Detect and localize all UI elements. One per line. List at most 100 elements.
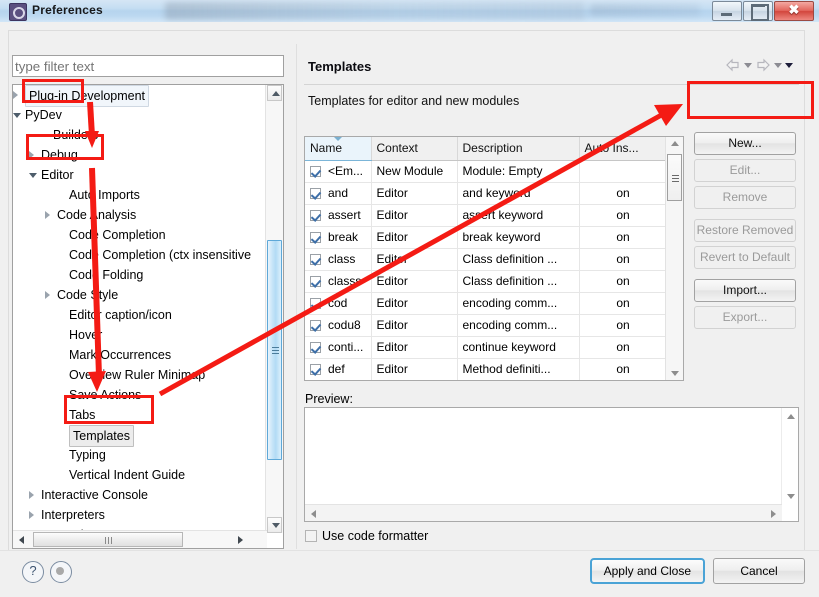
chevron-down-icon[interactable] <box>29 173 37 178</box>
table-body[interactable]: <Em... New Module Module: Empty and Editor an… <box>305 160 668 380</box>
preview-box[interactable] <box>304 407 799 522</box>
table-row[interactable]: codu8 Editor encoding comm... on <box>305 314 668 337</box>
tree-item-editor-caption-icon[interactable]: Editor caption/icon <box>13 305 267 325</box>
chevron-right-icon[interactable] <box>45 211 50 219</box>
tree-item-code-completion[interactable]: Code Completion <box>13 225 267 245</box>
row-checkbox[interactable] <box>310 210 321 221</box>
row-checkbox[interactable] <box>310 166 321 177</box>
tree-item-overview-ruler-minimap[interactable]: Overview Ruler Minimap <box>13 365 267 385</box>
cell-name[interactable]: <Em... <box>305 160 372 183</box>
chevron-right-icon[interactable] <box>13 91 18 99</box>
import-button[interactable]: Import... <box>694 279 796 302</box>
tree-item-vertical-indent-guide[interactable]: Vertical Indent Guide <box>13 465 267 485</box>
tree-scroll-right-button[interactable] <box>233 532 249 547</box>
preferences-tree[interactable]: Plug-in Development PyDev Builders Debug Edi… <box>12 84 284 549</box>
tree-item-code-style[interactable]: Code Style <box>13 285 267 305</box>
cell-name[interactable]: assert <box>305 204 372 227</box>
tree-item-interactive-console[interactable]: Interactive Console <box>13 485 267 505</box>
table-row[interactable]: conti... Editor continue keyword on <box>305 336 668 359</box>
table-row[interactable]: def Editor Method definiti... on <box>305 358 668 380</box>
tree-item-pydev[interactable]: PyDev <box>13 105 267 125</box>
tree-scroll-left-button[interactable] <box>14 532 30 547</box>
cell-name[interactable]: break <box>305 226 372 249</box>
row-checkbox[interactable] <box>310 364 321 375</box>
tree-item-save-actions[interactable]: Save Actions <box>13 385 267 405</box>
tree-hscrollbar-thumb[interactable] <box>33 532 183 547</box>
tree-item-plug-in-development[interactable]: Plug-in Development <box>13 85 267 107</box>
tree-item-mark-occurrences[interactable]: Mark Occurrences <box>13 345 267 365</box>
chevron-right-icon[interactable] <box>29 491 34 499</box>
column-header-name[interactable]: Name <box>305 137 372 161</box>
row-checkbox[interactable] <box>310 276 321 287</box>
tree-item-templates[interactable]: Templates <box>13 425 267 447</box>
tree-item-code-completion-ctx-insensitive[interactable]: Code Completion (ctx insensitive <box>13 245 267 265</box>
minimize-button[interactable] <box>712 1 742 21</box>
tree-scroll-down-button[interactable] <box>267 517 282 533</box>
row-checkbox[interactable] <box>310 342 321 353</box>
tree-scroll-up-button[interactable] <box>267 85 282 101</box>
cancel-button[interactable]: Cancel <box>713 558 805 584</box>
row-checkbox[interactable] <box>310 320 321 331</box>
cell-name[interactable]: def <box>305 358 372 380</box>
row-checkbox[interactable] <box>310 232 321 243</box>
apply-and-close-button[interactable]: Apply and Close <box>589 558 705 584</box>
table-vertical-scrollbar[interactable] <box>665 137 683 380</box>
templates-table[interactable]: Name Context Description Auto Ins... <Em...… <box>304 136 684 381</box>
column-header-description[interactable]: Description <box>457 137 580 161</box>
cell-name[interactable]: conti... <box>305 336 372 359</box>
table-scroll-down-icon[interactable] <box>671 371 679 376</box>
row-checkbox[interactable] <box>310 298 321 309</box>
tree-item-builders[interactable]: Builders <box>13 125 267 145</box>
preview-scroll-up-icon[interactable] <box>787 414 795 419</box>
tree-item-auto-imports[interactable]: Auto Imports <box>13 185 267 205</box>
table-row[interactable]: class Editor Class definition ... on <box>305 248 668 271</box>
tree-item-debug[interactable]: Debug <box>13 145 267 165</box>
cell-name[interactable]: class <box>305 248 372 271</box>
chevron-right-icon[interactable] <box>45 291 50 299</box>
row-checkbox[interactable] <box>310 254 321 265</box>
use-code-formatter-checkbox[interactable] <box>305 530 317 542</box>
tree-horizontal-scrollbar[interactable] <box>13 530 267 548</box>
chevron-right-icon[interactable] <box>29 511 34 519</box>
chevron-down-icon[interactable] <box>13 113 21 118</box>
tree-item-list[interactable]: Plug-in Development PyDev Builders Debug Edi… <box>13 85 267 533</box>
table-row[interactable]: break Editor break keyword on <box>305 226 668 249</box>
use-code-formatter-row[interactable]: Use code formatter <box>305 529 428 543</box>
table-scrollbar-thumb[interactable] <box>667 154 682 201</box>
table-row[interactable]: assert Editor assert keyword on <box>305 204 668 227</box>
cell-name[interactable]: and <box>305 182 372 205</box>
settings-icon[interactable] <box>50 561 72 583</box>
back-arrow-icon[interactable] <box>725 58 741 72</box>
tree-item-tabs[interactable]: Tabs <box>13 405 267 425</box>
preview-scroll-left-icon[interactable] <box>311 510 316 518</box>
preview-scroll-right-icon[interactable] <box>771 510 776 518</box>
table-row[interactable]: cod Editor encoding comm... on <box>305 292 668 315</box>
column-header-context[interactable]: Context <box>371 137 458 161</box>
cell-name[interactable]: codu8 <box>305 314 372 337</box>
page-menu-chevron-down-icon[interactable] <box>785 62 793 68</box>
table-scroll-up-icon[interactable] <box>671 141 679 146</box>
maximize-button[interactable] <box>743 1 773 21</box>
cell-name[interactable]: classs <box>305 270 372 293</box>
table-row[interactable]: and Editor and keyword on <box>305 182 668 205</box>
table-header-row[interactable]: Name Context Description Auto Ins... <box>305 137 668 161</box>
tree-item-editor[interactable]: Editor <box>13 165 267 185</box>
table-row[interactable]: <Em... New Module Module: Empty <box>305 160 668 183</box>
close-button[interactable]: ✖ <box>774 1 814 21</box>
preview-scroll-down-icon[interactable] <box>787 494 795 499</box>
tree-item-code-folding[interactable]: Code Folding <box>13 265 267 285</box>
tree-item-code-analysis[interactable]: Code Analysis <box>13 205 267 225</box>
forward-history-chevron-down-icon[interactable] <box>774 62 782 68</box>
column-header-auto-ins[interactable]: Auto Ins... <box>579 137 668 161</box>
chevron-right-icon[interactable] <box>29 151 34 159</box>
new-button[interactable]: New... <box>694 132 796 155</box>
tree-scrollbar-thumb[interactable] <box>267 240 282 460</box>
filter-input[interactable] <box>12 55 284 77</box>
table-row[interactable]: classs Editor Class definition ... on <box>305 270 668 293</box>
tree-vertical-scrollbar[interactable] <box>265 85 283 533</box>
tree-item-hover[interactable]: Hover <box>13 325 267 345</box>
forward-arrow-icon[interactable] <box>755 58 771 72</box>
back-history-chevron-down-icon[interactable] <box>744 62 752 68</box>
tree-item-typing[interactable]: Typing <box>13 445 267 465</box>
preview-vertical-scrollbar[interactable] <box>781 408 798 505</box>
